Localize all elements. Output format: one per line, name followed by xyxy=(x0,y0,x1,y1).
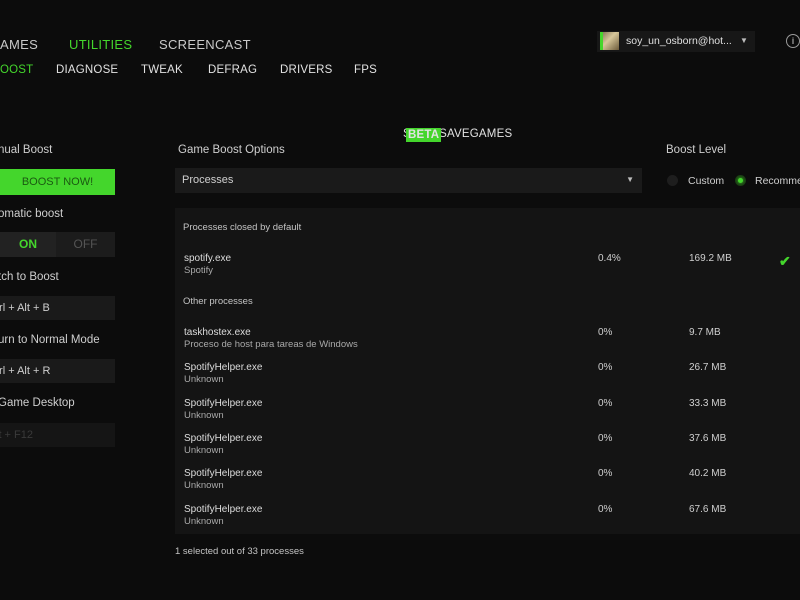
process-name: SpotifyHelper.exe xyxy=(184,504,263,515)
tab-screencast[interactable]: SCREENCAST xyxy=(159,37,251,52)
process-row[interactable]: SpotifyHelper.exe Unknown 0% 40.2 MB xyxy=(175,468,800,498)
process-cpu: 0.4% xyxy=(598,253,621,264)
boost-now-button[interactable]: BOOST NOW! xyxy=(0,169,115,195)
subtab-fps[interactable]: FPS xyxy=(354,64,377,76)
process-cpu: 0% xyxy=(598,433,613,444)
radio-recommended[interactable] xyxy=(735,175,746,186)
selection-status: 1 selected out of 33 processes xyxy=(175,546,304,557)
boost-level-title: Boost Level xyxy=(666,144,727,156)
select-value: Processes xyxy=(182,174,234,186)
process-mem: 40.2 MB xyxy=(689,468,727,479)
other-processes-header: Other processes xyxy=(183,296,253,307)
switch-to-boost-label: tch to Boost xyxy=(0,271,59,283)
process-mem: 67.6 MB xyxy=(689,504,727,515)
avatar xyxy=(600,32,619,50)
process-mem: 9.7 MB xyxy=(689,327,721,338)
process-name: SpotifyHelper.exe xyxy=(184,362,263,373)
process-name: SpotifyHelper.exe xyxy=(184,433,263,444)
process-row[interactable]: SpotifyHelper.exe Unknown 0% 26.7 MB xyxy=(175,362,800,392)
process-desc: Proceso de host para tareas de Windows xyxy=(184,339,358,350)
process-row[interactable]: spotify.exe Spotify 0.4% 169.2 MB ✔ xyxy=(175,253,800,283)
process-name: SpotifyHelper.exe xyxy=(184,468,263,479)
process-mem: 169.2 MB xyxy=(689,253,732,264)
automatic-boost-toggle[interactable]: ON OFF xyxy=(0,232,115,257)
game-desktop-hotkey-field[interactable]: lt + F12 xyxy=(0,423,115,447)
beta-badge: BETA xyxy=(406,128,442,142)
subtab-tweak[interactable]: TWEAK xyxy=(141,64,183,76)
user-account-dropdown[interactable]: soy_un_osborn@hot... ▼ xyxy=(597,31,755,52)
switch-to-boost-hotkey-field[interactable]: trl + Alt + B xyxy=(0,296,115,320)
tab-utilities[interactable]: UTILITIES xyxy=(69,37,132,52)
toggle-off[interactable]: OFF xyxy=(56,232,115,257)
process-row[interactable]: taskhostex.exe Proceso de host para tare… xyxy=(175,327,800,357)
subtab-drivers[interactable]: DRIVERS xyxy=(280,64,333,76)
info-icon[interactable]: i xyxy=(786,34,800,48)
return-normal-hotkey-field[interactable]: trl + Alt + R xyxy=(0,359,115,383)
toggle-on[interactable]: ON xyxy=(0,232,56,257)
user-email: soy_un_osborn@hot... xyxy=(626,35,732,47)
chevron-down-icon: ▼ xyxy=(740,36,748,45)
process-desc: Unknown xyxy=(184,410,224,421)
return-normal-label: urn to Normal Mode xyxy=(0,334,100,346)
process-row[interactable]: SpotifyHelper.exe Unknown 0% 67.6 MB xyxy=(175,504,800,534)
checkmark-icon[interactable]: ✔ xyxy=(779,253,791,270)
chevron-down-icon: ▼ xyxy=(626,175,634,184)
automatic-boost-label: omatic boost xyxy=(0,208,64,220)
process-mem: 33.3 MB xyxy=(689,398,727,409)
process-desc: Unknown xyxy=(184,445,224,456)
radio-recommended-label: Recommen xyxy=(755,175,800,187)
process-desc: Unknown xyxy=(184,516,224,527)
options-select[interactable]: Processes ▼ xyxy=(175,168,642,193)
subtab-defrag[interactable]: DEFRAG xyxy=(208,64,257,76)
manual-boost-label: nual Boost xyxy=(0,144,53,156)
process-name: taskhostex.exe xyxy=(184,327,251,338)
process-cpu: 0% xyxy=(598,468,613,479)
process-cpu: 0% xyxy=(598,504,613,515)
process-cpu: 0% xyxy=(598,398,613,409)
process-desc: Unknown xyxy=(184,480,224,491)
radio-custom[interactable] xyxy=(667,175,678,186)
process-list-panel: Processes closed by default spotify.exe … xyxy=(175,208,800,534)
game-desktop-label: Game Desktop xyxy=(0,397,75,409)
process-row[interactable]: SpotifyHelper.exe Unknown 0% 37.6 MB xyxy=(175,433,800,463)
process-cpu: 0% xyxy=(598,362,613,373)
process-cpu: 0% xyxy=(598,327,613,338)
subtab-boost[interactable]: OOST xyxy=(0,64,33,76)
process-mem: 37.6 MB xyxy=(689,433,727,444)
subtab-diagnose[interactable]: DIAGNOSE xyxy=(56,64,118,76)
process-row[interactable]: SpotifyHelper.exe Unknown 0% 33.3 MB xyxy=(175,398,800,428)
process-desc: Spotify xyxy=(184,265,214,276)
radio-custom-label: Custom xyxy=(688,175,725,187)
process-name: spotify.exe xyxy=(184,253,232,264)
tab-games[interactable]: AMES xyxy=(0,37,38,52)
process-desc: Unknown xyxy=(184,374,224,385)
closed-by-default-header: Processes closed by default xyxy=(183,222,302,233)
process-name: SpotifyHelper.exe xyxy=(184,398,263,409)
game-boost-options-title: Game Boost Options xyxy=(178,144,285,156)
process-mem: 26.7 MB xyxy=(689,362,727,373)
